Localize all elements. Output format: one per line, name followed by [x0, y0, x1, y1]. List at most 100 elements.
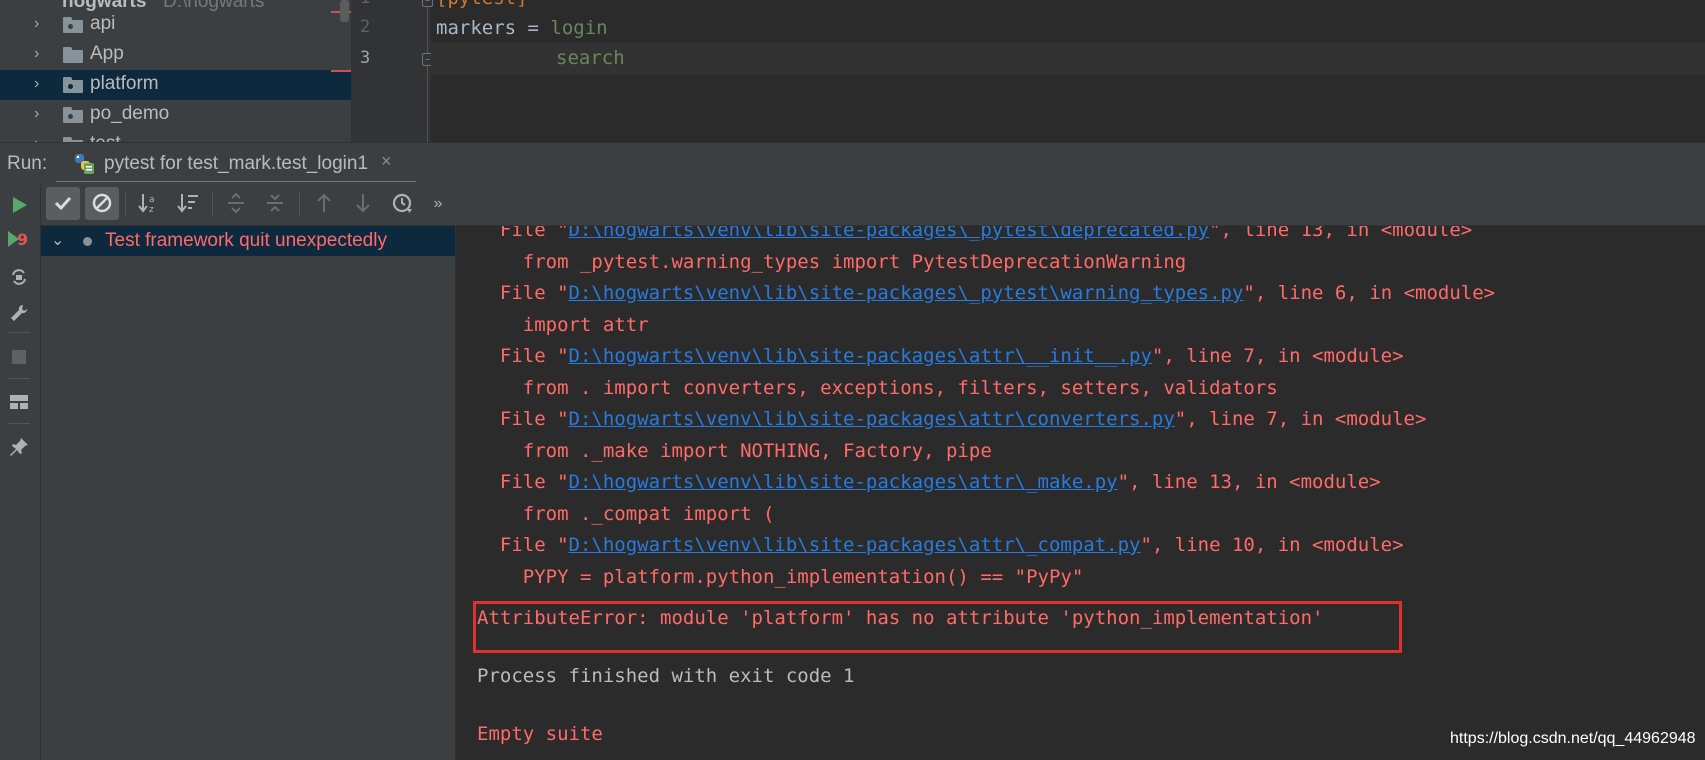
- code-line-1: [pytest]: [436, 0, 528, 9]
- fold-guide: [427, 0, 428, 142]
- chevron-right-icon[interactable]: ›: [34, 135, 48, 142]
- tree-item-po-demo[interactable]: › po_demo: [0, 100, 351, 130]
- traceback-file-line: File "D:\hogwarts\venv\lib\site-packages…: [477, 226, 1472, 241]
- close-tab-icon[interactable]: ×: [381, 151, 392, 172]
- watermark: https://blog.csdn.net/qq_44962948: [1450, 730, 1696, 747]
- error-line: AttributeError: module 'platform' has no…: [477, 607, 1324, 629]
- empty-suite-line: Empty suite: [477, 723, 603, 745]
- tree-item-label: test: [90, 133, 121, 142]
- traceback-code-line: PYPY = platform.python_implementation() …: [477, 565, 1084, 588]
- fold-marker-icon[interactable]: −: [422, 0, 433, 7]
- rerun-failed-icon[interactable]: 9: [4, 224, 34, 254]
- tree-item-label: po_demo: [90, 103, 170, 124]
- traceback-suffix: ", line 13, in <module>: [1117, 471, 1381, 493]
- console-output[interactable]: File "D:\hogwarts\venv\lib\site-packages…: [456, 226, 1705, 760]
- line-number: 1: [360, 0, 370, 8]
- traceback-prefix: File ": [477, 345, 569, 367]
- svg-text:a: a: [149, 195, 155, 205]
- exit-code-line: Process finished with exit code 1: [477, 665, 855, 687]
- expand-all-icon[interactable]: [219, 187, 253, 220]
- toggle-auto-test-icon[interactable]: [4, 262, 34, 292]
- tree-item-label: platform: [90, 73, 159, 94]
- traceback-prefix: File ": [477, 282, 569, 304]
- layout-icon[interactable]: [4, 387, 34, 417]
- code-editor[interactable]: 1 2 3 − − [pytest] markers = login searc…: [351, 0, 1705, 142]
- traceback-code-line: from ._make import NOTHING, Factory, pip…: [477, 439, 992, 462]
- traceback-suffix: ", line 7, in <module>: [1151, 345, 1404, 367]
- package-folder-icon: [63, 107, 83, 123]
- stop-icon[interactable]: [4, 342, 34, 372]
- test-results-tree: ⌄ Test framework quit unexpectedly: [41, 226, 456, 760]
- tab-run-config[interactable]: pytest for test_mark.test_login1 ×: [56, 143, 416, 184]
- chevron-right-icon[interactable]: ›: [34, 45, 48, 63]
- run-tool-window-header: Run: pytest for test_mark.test_login1 ×: [0, 142, 1705, 184]
- traceback-prefix: File ": [477, 471, 569, 493]
- traceback-suffix: ", line 6, in <module>: [1243, 282, 1496, 304]
- pin-icon[interactable]: [4, 432, 34, 462]
- sort-duration-icon[interactable]: [171, 187, 205, 220]
- editor-gutter[interactable]: 1 2 3 − −: [351, 0, 433, 142]
- settings-wrench-icon[interactable]: [4, 298, 34, 328]
- test-root-label: Test framework quit unexpectedly: [105, 230, 387, 251]
- traceback-file-line: File "D:\hogwarts\venv\lib\site-packages…: [477, 282, 1495, 304]
- package-folder-icon: [63, 17, 83, 33]
- tree-item-test[interactable]: › test: [0, 130, 351, 142]
- svg-text:z: z: [149, 205, 154, 214]
- chevron-down-icon[interactable]: ⌄: [51, 230, 64, 250]
- tree-item-label: App: [90, 43, 124, 64]
- ini-value: login: [550, 17, 608, 39]
- project-tree: hogwarts D:\hogwarts › api › App › platfo…: [0, 0, 351, 142]
- traceback-code-line: from _pytest.warning_types import Pytest…: [477, 250, 1187, 273]
- collapse-all-icon[interactable]: [258, 187, 292, 220]
- show-passed-icon[interactable]: [46, 187, 80, 220]
- traceback-prefix: File ": [477, 408, 569, 430]
- test-history-icon[interactable]: [385, 187, 419, 220]
- file-link[interactable]: D:\hogwarts\venv\lib\site-packages\attr\…: [569, 408, 1175, 430]
- traceback-code-line: import attr: [477, 313, 649, 336]
- chevron-right-icon[interactable]: ›: [34, 75, 48, 93]
- traceback-file-line: File "D:\hogwarts\venv\lib\site-packages…: [477, 408, 1427, 430]
- file-link[interactable]: D:\hogwarts\venv\lib\site-packages\_pyte…: [569, 226, 1210, 241]
- traceback-prefix: File ": [477, 226, 569, 241]
- package-folder-icon: [63, 77, 83, 93]
- traceback-code-line: from ._compat import (: [477, 502, 775, 525]
- code-line-3: search: [556, 47, 625, 69]
- next-failed-icon[interactable]: [346, 187, 380, 220]
- traceback-file-line: File "D:\hogwarts\venv\lib\site-packages…: [477, 471, 1381, 493]
- code-line-2: markers = login: [436, 17, 608, 39]
- file-link[interactable]: D:\hogwarts\venv\lib\site-packages\_pyte…: [569, 282, 1244, 304]
- traceback-file-line: File "D:\hogwarts\venv\lib\site-packages…: [477, 345, 1404, 367]
- file-link[interactable]: D:\hogwarts\venv\lib\site-packages\attr\…: [569, 534, 1141, 556]
- traceback-suffix: ", line 10, in <module>: [1140, 534, 1404, 556]
- tree-item-api[interactable]: › api: [0, 10, 351, 40]
- chevron-right-icon[interactable]: ›: [34, 15, 48, 33]
- tree-item-label: api: [90, 13, 116, 34]
- tab-title: pytest for test_mark.test_login1: [104, 153, 369, 174]
- run-side-toolbar: 9: [0, 182, 41, 760]
- svg-text:9: 9: [17, 230, 28, 249]
- test-status-icon: [83, 237, 92, 246]
- traceback-suffix: ", line 7, in <module>: [1174, 408, 1427, 430]
- ini-key: markers =: [436, 17, 551, 39]
- file-link[interactable]: D:\hogwarts\venv\lib\site-packages\attr\…: [569, 345, 1152, 367]
- traceback-file-line: File "D:\hogwarts\venv\lib\site-packages…: [477, 534, 1404, 556]
- chevron-right-icon[interactable]: ›: [34, 105, 48, 123]
- sort-alpha-icon[interactable]: az: [132, 187, 166, 220]
- python-test-icon: [75, 154, 94, 174]
- run-label: Run:: [7, 153, 48, 174]
- show-ignored-icon[interactable]: [85, 187, 119, 220]
- run-top-toolbar: az »: [41, 182, 1705, 226]
- traceback-suffix: ", line 13, in <module>: [1209, 226, 1473, 241]
- error-stripe-mark: [331, 70, 351, 72]
- tree-item-platform[interactable]: › platform: [0, 70, 351, 100]
- rerun-icon[interactable]: [4, 190, 34, 220]
- prev-failed-icon[interactable]: [307, 187, 341, 220]
- more-icon[interactable]: »: [421, 187, 455, 220]
- traceback-prefix: File ": [477, 534, 569, 556]
- tree-item-app[interactable]: › App: [0, 40, 351, 70]
- line-number: 3: [360, 48, 371, 68]
- file-link[interactable]: D:\hogwarts\venv\lib\site-packages\attr\…: [569, 471, 1118, 493]
- folder-icon: [63, 47, 83, 63]
- test-tree-root[interactable]: ⌄ Test framework quit unexpectedly: [41, 226, 455, 256]
- traceback-code-line: from . import converters, exceptions, fi…: [477, 376, 1278, 399]
